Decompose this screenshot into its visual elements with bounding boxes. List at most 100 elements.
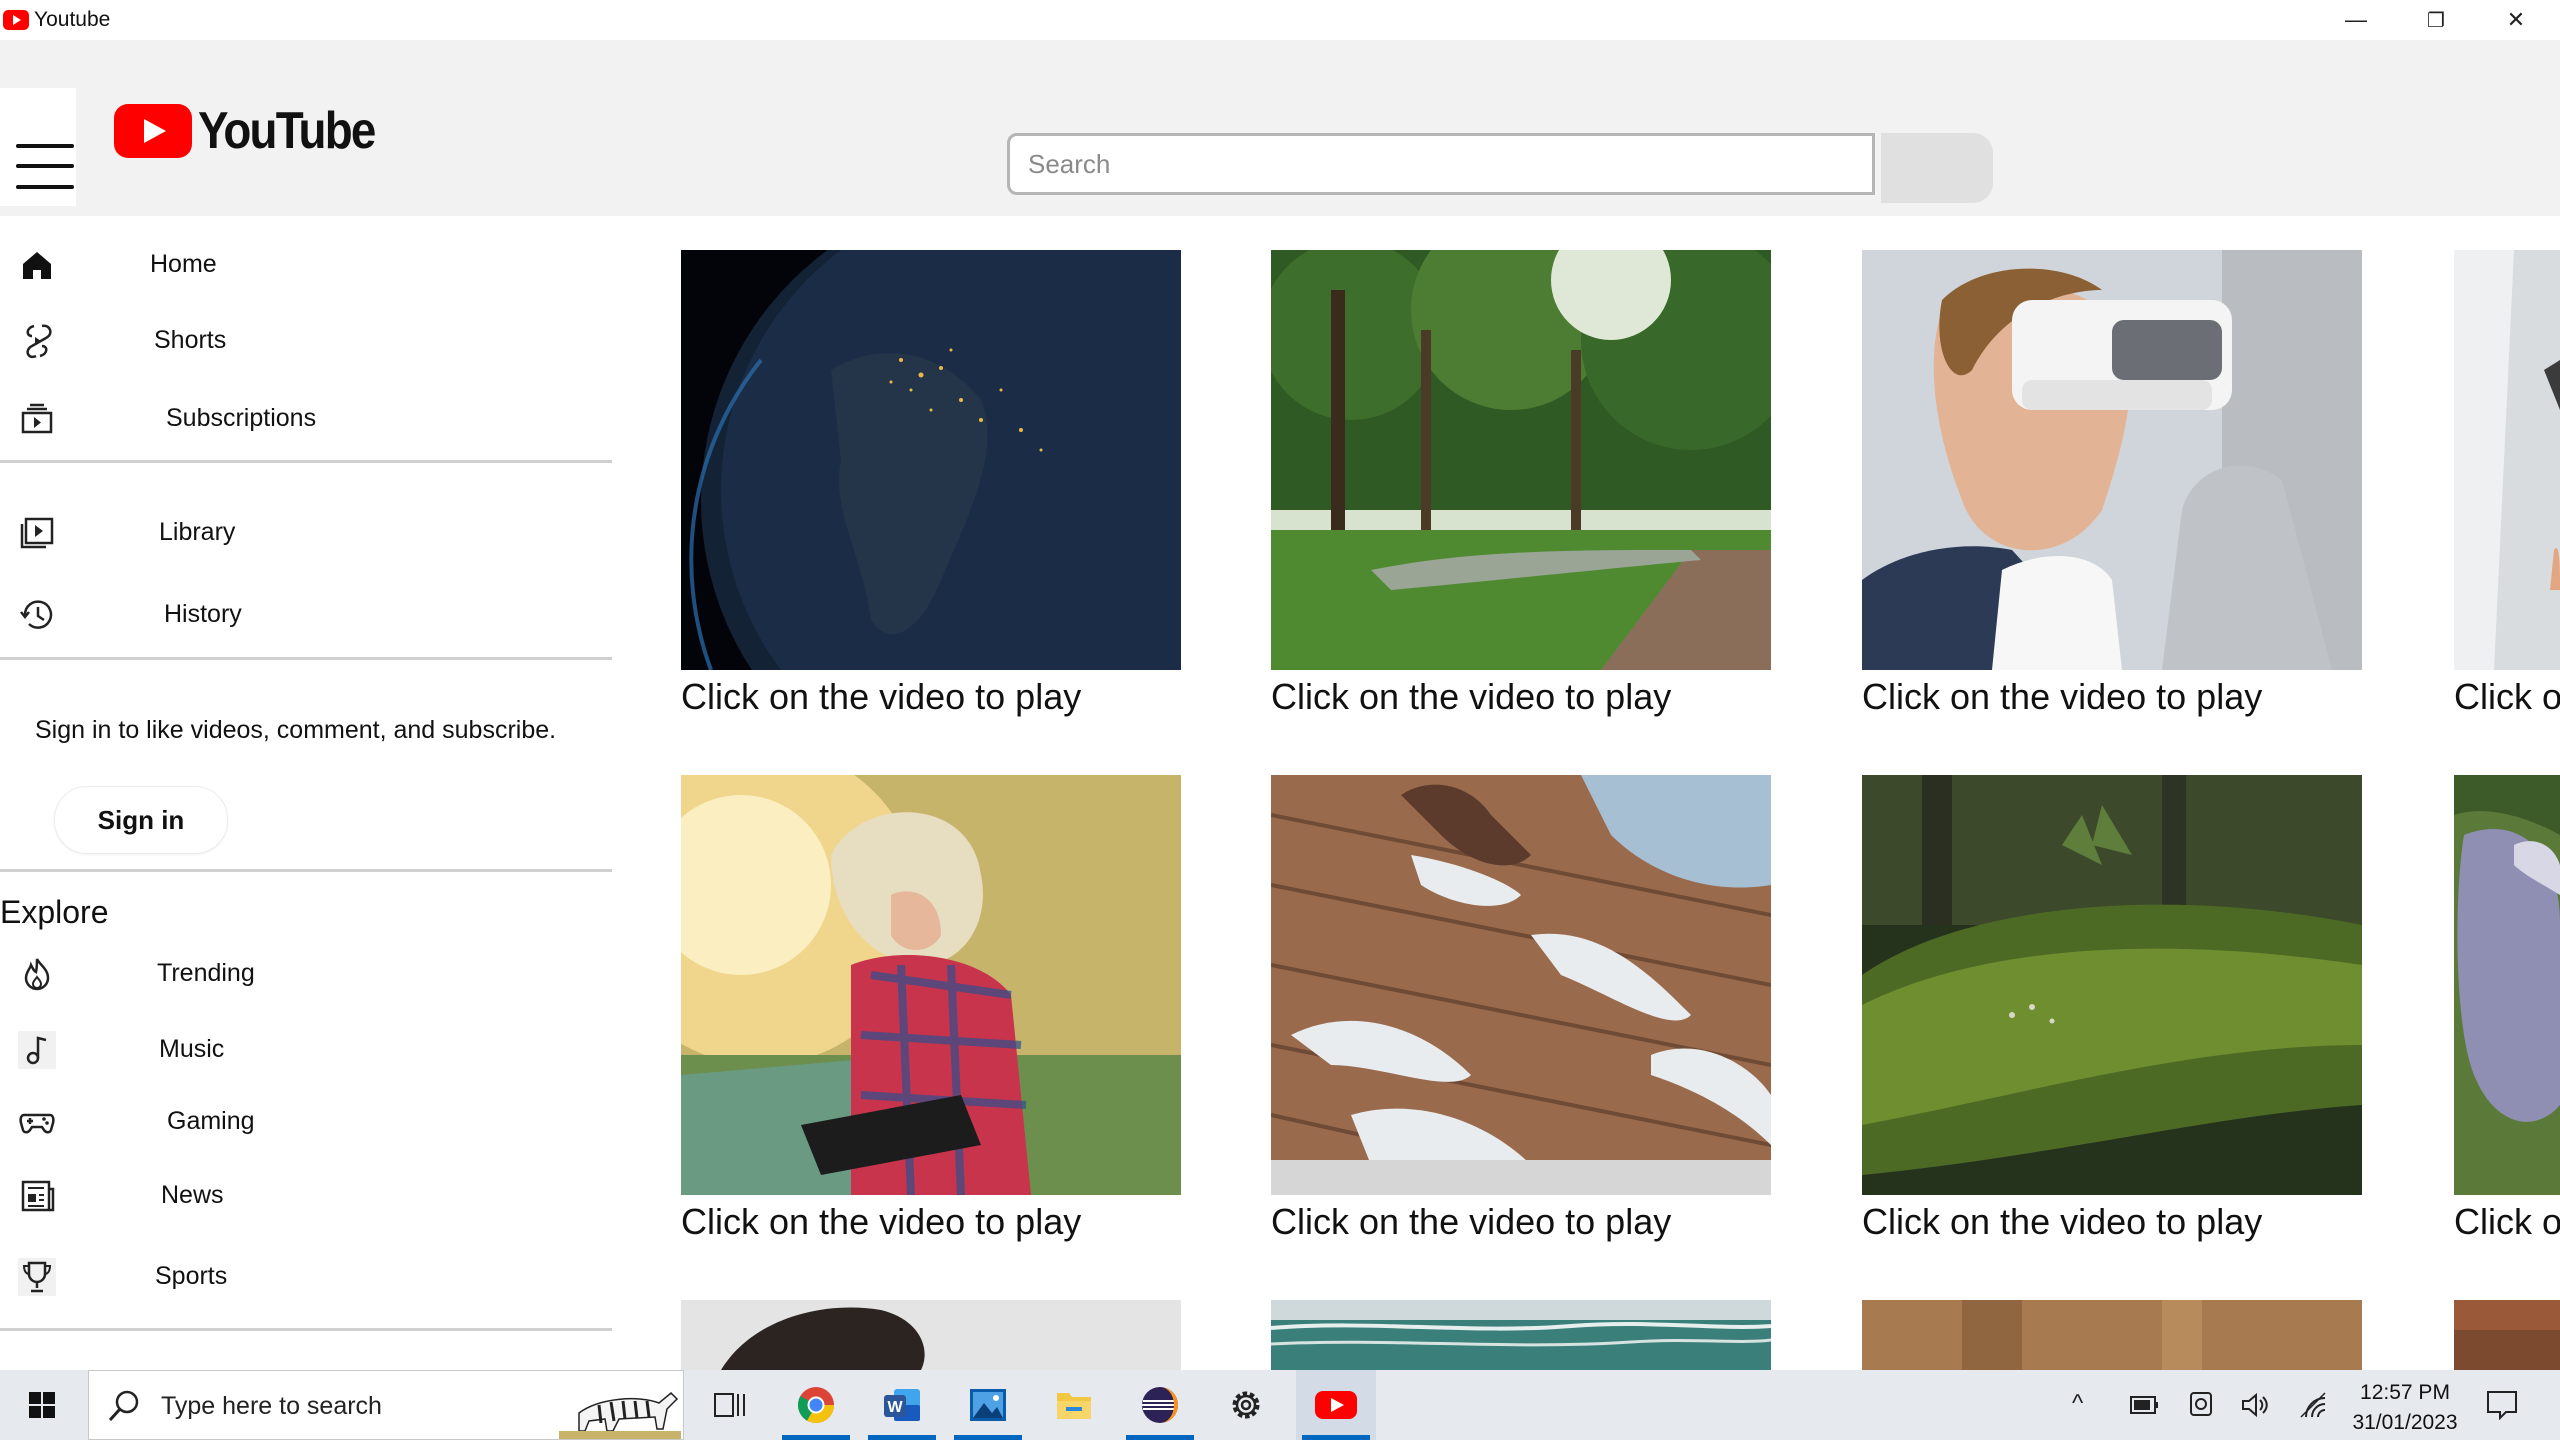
video-thumbnail[interactable] [1862, 775, 2362, 1195]
sidebar-item-shorts[interactable]: Shorts [0, 310, 612, 370]
video-caption: Click o [2454, 1201, 2560, 1242]
library-icon [20, 517, 54, 549]
video-thumbnail[interactable] [1271, 1300, 1771, 1370]
volume-icon[interactable] [2240, 1391, 2270, 1419]
video-card[interactable]: Click on the video to play [681, 250, 1181, 720]
search-button[interactable] [1881, 133, 1993, 203]
video-card[interactable]: Click on the video to play [1862, 775, 2362, 1245]
logo-text: YouTube [198, 102, 376, 160]
windows-logo-icon [29, 1392, 55, 1418]
sidebar-item-subscriptions[interactable]: Subscriptions [0, 388, 612, 448]
sidebar-item-label: Gaming [167, 1107, 255, 1135]
sidebar-item-trending[interactable]: Trending [0, 943, 612, 1003]
video-card[interactable]: Click on the video to play [1271, 775, 1771, 1245]
close-button[interactable]: ✕ [2476, 0, 2556, 40]
hamburger-line-icon [16, 185, 74, 189]
file-explorer-icon [1057, 1393, 1091, 1419]
search-bar [1007, 133, 1993, 205]
video-caption: Click on the video to play [1271, 676, 1672, 717]
history-icon [20, 600, 53, 629]
video-caption: Click on the video to play [681, 676, 1082, 717]
sidebar-item-news[interactable]: News [0, 1165, 612, 1225]
video-thumbnail[interactable] [681, 1300, 1181, 1370]
sidebar-divider [0, 1328, 612, 1331]
window-title-bar: Youtube — ❐ ✕ [0, 0, 2560, 40]
taskbar-clock[interactable]: 12:57 PM 31/01/2023 [2340, 1378, 2470, 1438]
taskbar-search-box[interactable]: Type here to search [88, 1370, 684, 1440]
video-caption: Click on the video to play [681, 1201, 1082, 1242]
search-input[interactable] [1007, 133, 1875, 195]
sidebar: Home Shorts Subscriptions Library Histor… [0, 216, 612, 1370]
sidebar-item-label: Shorts [154, 326, 227, 354]
youtube-play-logo-icon [114, 104, 192, 158]
settings-icon [1232, 1391, 1260, 1419]
taskbar-app-settings[interactable] [1206, 1370, 1286, 1440]
window-title: Youtube [34, 8, 111, 31]
video-thumbnail[interactable] [1271, 250, 1771, 670]
video-thumbnail[interactable] [1271, 775, 1771, 1195]
sidebar-divider [0, 869, 612, 872]
explore-heading: Explore [0, 894, 109, 930]
notifications-icon[interactable] [2486, 1390, 2518, 1420]
restore-button[interactable]: ❐ [2396, 0, 2476, 40]
taskbar-search-placeholder: Type here to search [161, 1392, 382, 1420]
music-icon [18, 1031, 56, 1069]
video-thumbnail[interactable] [2454, 250, 2560, 670]
task-view-button[interactable] [690, 1370, 770, 1440]
subscriptions-icon [21, 403, 53, 434]
video-thumbnail[interactable] [681, 250, 1181, 670]
video-card[interactable] [1862, 1300, 2362, 1370]
video-caption: Click o [2454, 676, 2560, 717]
video-card[interactable]: Click on the video to play [681, 775, 1181, 1245]
taskbar-app-youtube[interactable] [1296, 1370, 1376, 1440]
taskbar-app-photos[interactable] [948, 1370, 1028, 1440]
minimize-button[interactable]: — [2316, 0, 2396, 40]
battery-icon[interactable] [2130, 1394, 2160, 1416]
video-caption: Click on the video to play [1271, 1201, 1672, 1242]
meet-now-icon[interactable] [2188, 1390, 2214, 1420]
video-card[interactable]: Click on the video to play [1862, 250, 2362, 720]
video-card[interactable] [1271, 1300, 1771, 1370]
sidebar-item-label: Trending [157, 959, 255, 987]
youtube-icon [1315, 1391, 1357, 1419]
search-highlight-zebra-icon [559, 1373, 681, 1439]
eclipse-icon [1142, 1387, 1178, 1423]
sign-in-button[interactable]: Sign in [54, 786, 228, 854]
sidebar-item-music[interactable]: Music [0, 1019, 612, 1079]
signin-prompt: Sign in to like videos, comment, and sub… [35, 716, 557, 744]
start-button[interactable] [2, 1370, 82, 1440]
youtube-logo[interactable]: YouTube [114, 102, 399, 160]
clock-date: 31/01/2023 [2352, 1411, 2458, 1434]
sidebar-item-label: Subscriptions [166, 404, 317, 432]
taskbar-app-eclipse[interactable] [1120, 1370, 1200, 1440]
sidebar-item-label: Music [159, 1035, 225, 1063]
sidebar-item-library[interactable]: Library [0, 502, 612, 562]
hamburger-line-icon [16, 164, 74, 168]
video-card[interactable]: Click on the video to play [1271, 250, 1771, 720]
sidebar-item-history[interactable]: History [0, 584, 612, 644]
video-card[interactable]: Click o [2454, 775, 2560, 1245]
video-thumbnail[interactable] [1862, 250, 2362, 670]
taskbar-app-word[interactable]: W [862, 1370, 942, 1440]
search-icon [108, 1390, 139, 1422]
sidebar-item-sports[interactable]: Sports [0, 1246, 612, 1306]
wifi-icon[interactable] [2298, 1390, 2328, 1420]
sidebar-item-gaming[interactable]: Gaming [0, 1091, 612, 1151]
video-thumbnail[interactable] [2454, 775, 2560, 1195]
menu-button[interactable] [0, 88, 76, 206]
show-hidden-icons-icon[interactable]: ^ [2072, 1390, 2083, 1418]
trending-icon [24, 958, 50, 991]
video-thumbnail[interactable] [2454, 1300, 2560, 1370]
taskbar-app-file-explorer[interactable] [1034, 1370, 1114, 1440]
video-caption: Click on the video to play [1862, 1201, 2263, 1242]
video-card[interactable] [681, 1300, 1181, 1370]
sidebar-item-label: News [161, 1181, 224, 1209]
sidebar-item-home[interactable]: Home [0, 234, 612, 294]
taskbar-app-chrome[interactable] [776, 1370, 856, 1440]
video-thumbnail[interactable] [681, 775, 1181, 1195]
video-card[interactable] [2454, 1300, 2560, 1370]
word-icon: W [884, 1389, 920, 1421]
video-thumbnail[interactable] [1862, 1300, 2362, 1370]
photos-icon [970, 1389, 1006, 1421]
video-card[interactable]: Click o [2454, 250, 2560, 720]
